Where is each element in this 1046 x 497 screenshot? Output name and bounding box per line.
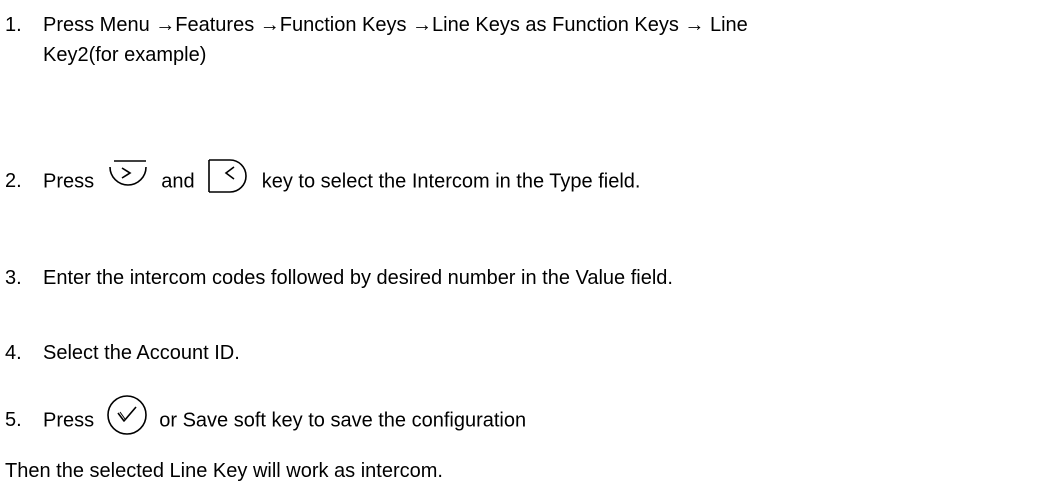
step-2-text-after: key to select the Intercom in the Type f…: [261, 170, 641, 193]
step-4-text: Select the Account ID.: [43, 342, 240, 364]
step-number: 3.: [5, 267, 22, 289]
step-number: 4.: [5, 342, 22, 364]
step-4: 4. Select the Account ID.: [5, 338, 1040, 368]
step-number: 1.: [5, 14, 22, 36]
right-arrow-key-icon: [106, 159, 150, 193]
ok-check-key-icon: [106, 394, 148, 436]
step-5: 5. Press or Save soft key to save the con…: [5, 395, 1040, 442]
step-number: 2.: [5, 170, 22, 193]
step-1-text-line1: Press Menu →Features →Function Keys →Lin…: [43, 14, 748, 36]
left-arrow-key-icon: [206, 158, 250, 194]
conclusion-text: Then the selected Line Key will work as …: [5, 460, 443, 482]
step-3: 3. Enter the intercom codes followed by d…: [5, 263, 1040, 293]
step-5-text-before: Press: [43, 409, 95, 432]
step-1: 1. Press Menu →Features →Function Keys →L…: [5, 10, 1040, 70]
step-5-text-after: or Save soft key to save the configurati…: [159, 409, 527, 432]
instruction-document: 1. Press Menu →Features →Function Keys →L…: [0, 0, 1046, 497]
step-number: 5.: [5, 409, 22, 432]
step-2-text-before: Press: [43, 170, 95, 193]
step-2-text-between: and: [161, 170, 195, 193]
step-2: 2. Press and key to select the Intercom i…: [5, 159, 1040, 200]
step-3-text: Enter the intercom codes followed by des…: [43, 267, 673, 289]
step-1-text-line2: Key2(for example): [43, 44, 207, 66]
